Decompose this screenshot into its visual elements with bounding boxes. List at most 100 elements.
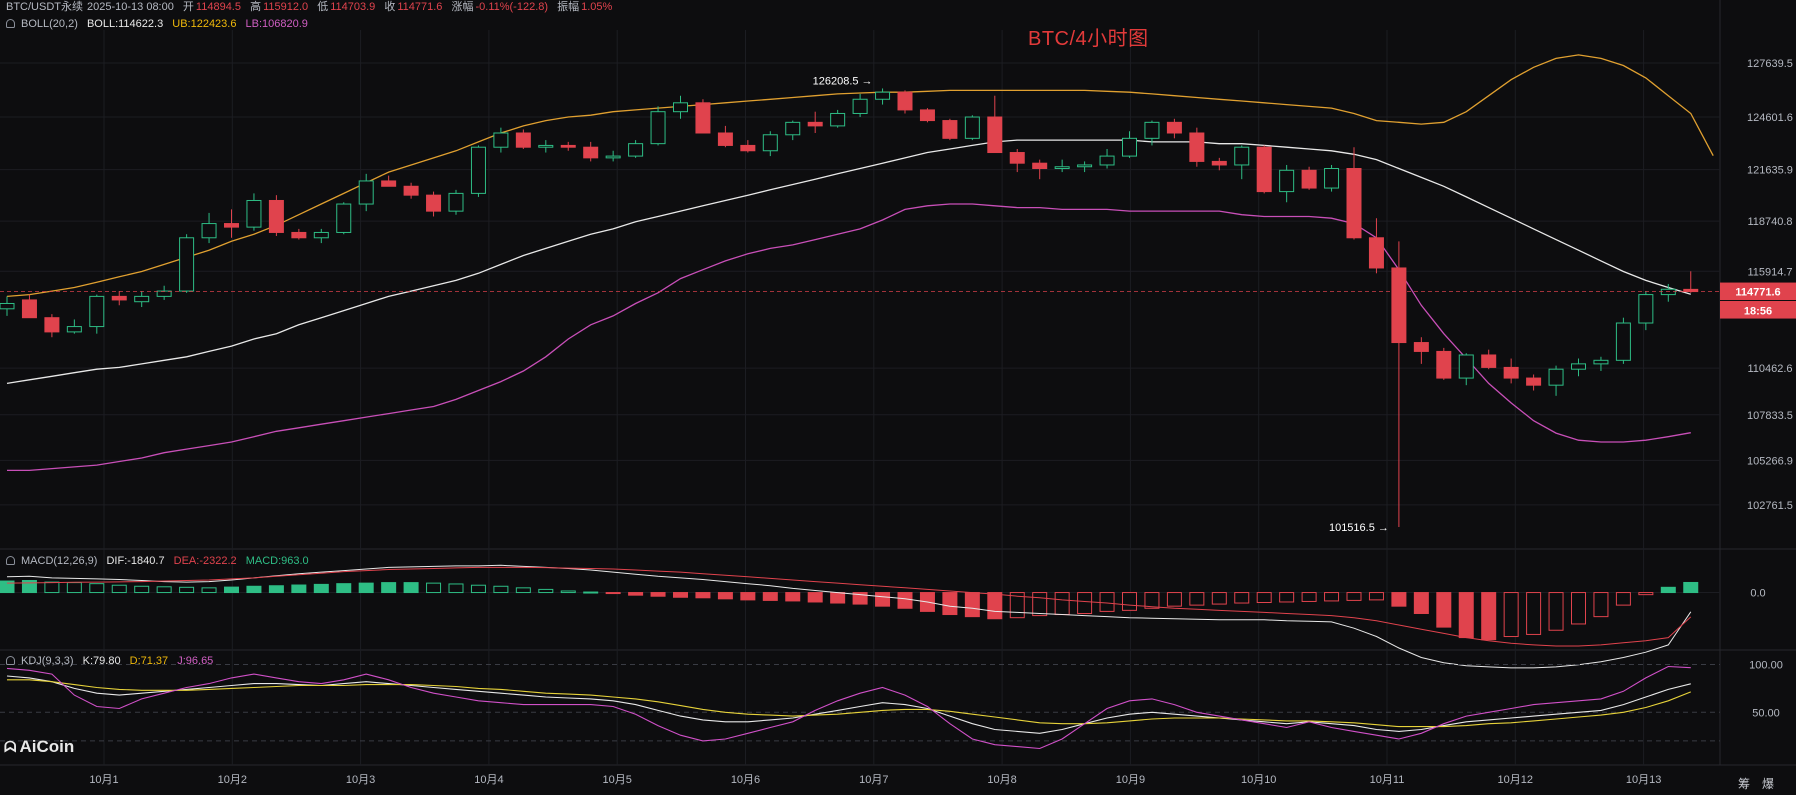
candle-body [1234, 146, 1250, 166]
candle-body [583, 146, 599, 159]
chip-button[interactable]: 筹 [1738, 775, 1750, 792]
high-price-annotation: 126208.5 → [813, 75, 873, 87]
boll-mid-value: BOLL:114622.3 [86, 18, 164, 30]
macd-histogram-bar [1368, 592, 1384, 601]
y-axis-tick-label: 110462.6 [1747, 363, 1792, 375]
boll-label: BOLL(20,2) [21, 18, 78, 30]
candle-body [89, 295, 105, 328]
candle-body [740, 144, 756, 152]
macd-histogram-bar [21, 580, 37, 594]
kdj-y-tick-label: 50.00 [1752, 707, 1780, 719]
candle-body [1436, 350, 1452, 379]
countdown-label: 18:56 [1744, 306, 1772, 318]
kdj-label: KDJ(9,3,3) [21, 655, 74, 667]
open-label: 开 [182, 1, 194, 13]
boll-line-boll [6, 139, 1691, 385]
x-axis-tick-label: 10月8 [987, 774, 1016, 786]
macd-histogram-bar [1324, 592, 1340, 602]
macd-histogram-bar [1503, 592, 1519, 638]
candle-body [291, 231, 307, 239]
candle-body [1503, 366, 1519, 379]
candle-body [650, 111, 666, 145]
y-axis-tick-label: 115914.7 [1747, 266, 1792, 278]
aicoin-logo: ᗣ AiCoin [4, 737, 74, 757]
macd-histogram-bar [1301, 592, 1317, 602]
candle-body [515, 132, 531, 148]
macd-histogram-bar [605, 592, 621, 595]
y-axis-tick-label: 118740.8 [1747, 216, 1792, 228]
macd-histogram-bar [66, 582, 82, 594]
macd-dif-value: DIF:-1840.7 [106, 555, 165, 567]
x-axis-tick-label: 10月3 [346, 774, 375, 786]
y-axis-tick-label: 127639.5 [1747, 58, 1793, 70]
macd-histogram-bar [1032, 592, 1048, 617]
candle-body [1638, 294, 1654, 324]
candle-body [695, 102, 711, 134]
change-value: -0.11%(-122.8) [475, 1, 549, 13]
macd-histogram-bar [403, 582, 419, 594]
macd-histogram-bar [268, 585, 284, 594]
candle-body [538, 144, 554, 148]
candle-body [987, 116, 1003, 154]
macd-histogram-bar [426, 582, 442, 594]
macd-histogram-bar [1122, 592, 1137, 611]
macd-histogram-bar [1638, 592, 1654, 596]
amplitude-value: 1.05% [581, 1, 613, 13]
x-axis-tick-label: 10月2 [218, 774, 247, 786]
kline-chart[interactable]: 10月1 10月2 10月3 10月4 10月5 10月6 10月7 10月8 10月9 10月1… [0, 0, 1796, 795]
x-axis-tick-label: 10月7 [859, 774, 888, 786]
candle-body [717, 132, 733, 146]
candle-body [111, 295, 127, 301]
macd-histogram-bar [1211, 592, 1227, 605]
candle-body [403, 185, 419, 196]
high-label: 高 [250, 1, 262, 13]
alert-bell-icon[interactable] [6, 19, 15, 28]
macd-histogram-bar [897, 592, 913, 609]
macd-histogram-bar [740, 592, 756, 601]
candle-body [66, 326, 82, 333]
macd-histogram-bar [1279, 592, 1295, 603]
candle-body [426, 194, 442, 212]
candle-body [1122, 137, 1137, 157]
candle-body [1054, 166, 1070, 170]
low-price-annotation: 101516.5 → [1329, 522, 1389, 534]
macd-histogram-bar [470, 584, 486, 594]
alert-bell-icon[interactable] [6, 556, 15, 565]
kdj-line-d [7, 679, 1692, 728]
candle-body [1279, 169, 1295, 193]
candle-body [224, 223, 239, 228]
kdj-k-value: K:79.80 [82, 655, 121, 667]
amplitude-label: 振幅 [557, 1, 580, 13]
alert-bell-icon[interactable] [6, 656, 15, 665]
candle-body [852, 98, 868, 114]
candle-body [560, 144, 576, 148]
macd-histogram-bar [1526, 592, 1542, 635]
candle-body [830, 112, 846, 127]
macd-histogram-bar [1256, 592, 1272, 603]
kdj-d-value: D:71.37 [129, 655, 169, 667]
close-value: 114771.6 [397, 1, 443, 13]
macd-histogram-bar [1077, 592, 1093, 614]
candle-body [897, 91, 913, 111]
y-axis-tick-label: 102761.5 [1747, 500, 1793, 512]
macd-histogram-bar [673, 592, 688, 598]
x-axis-tick-label: 10月9 [1116, 774, 1145, 786]
macd-histogram-bar [179, 586, 195, 594]
liquidation-button[interactable]: 爆 [1762, 775, 1774, 792]
y-axis-tick-label: 124601.6 [1747, 112, 1793, 124]
macd-histogram-bar [538, 588, 554, 594]
macd-histogram-bar [987, 592, 1003, 620]
macd-histogram-bar [493, 585, 509, 594]
boll-line-ub [6, 54, 1714, 298]
candle-body [448, 192, 464, 212]
y-axis-tick-label: 105266.9 [1747, 455, 1793, 467]
current-price-label: 114771.6 [1735, 287, 1780, 299]
candle-body [313, 231, 329, 239]
macd-histogram-bar [1346, 592, 1362, 601]
x-axis-tick-label: 10月12 [1498, 774, 1533, 786]
candle-body [605, 155, 621, 159]
candle-body [673, 102, 688, 113]
macd-histogram-bar [1683, 581, 1699, 594]
boll-lb-value: LB:106820.9 [245, 18, 308, 30]
boll-ub-value: UB:122423.6 [172, 18, 237, 30]
